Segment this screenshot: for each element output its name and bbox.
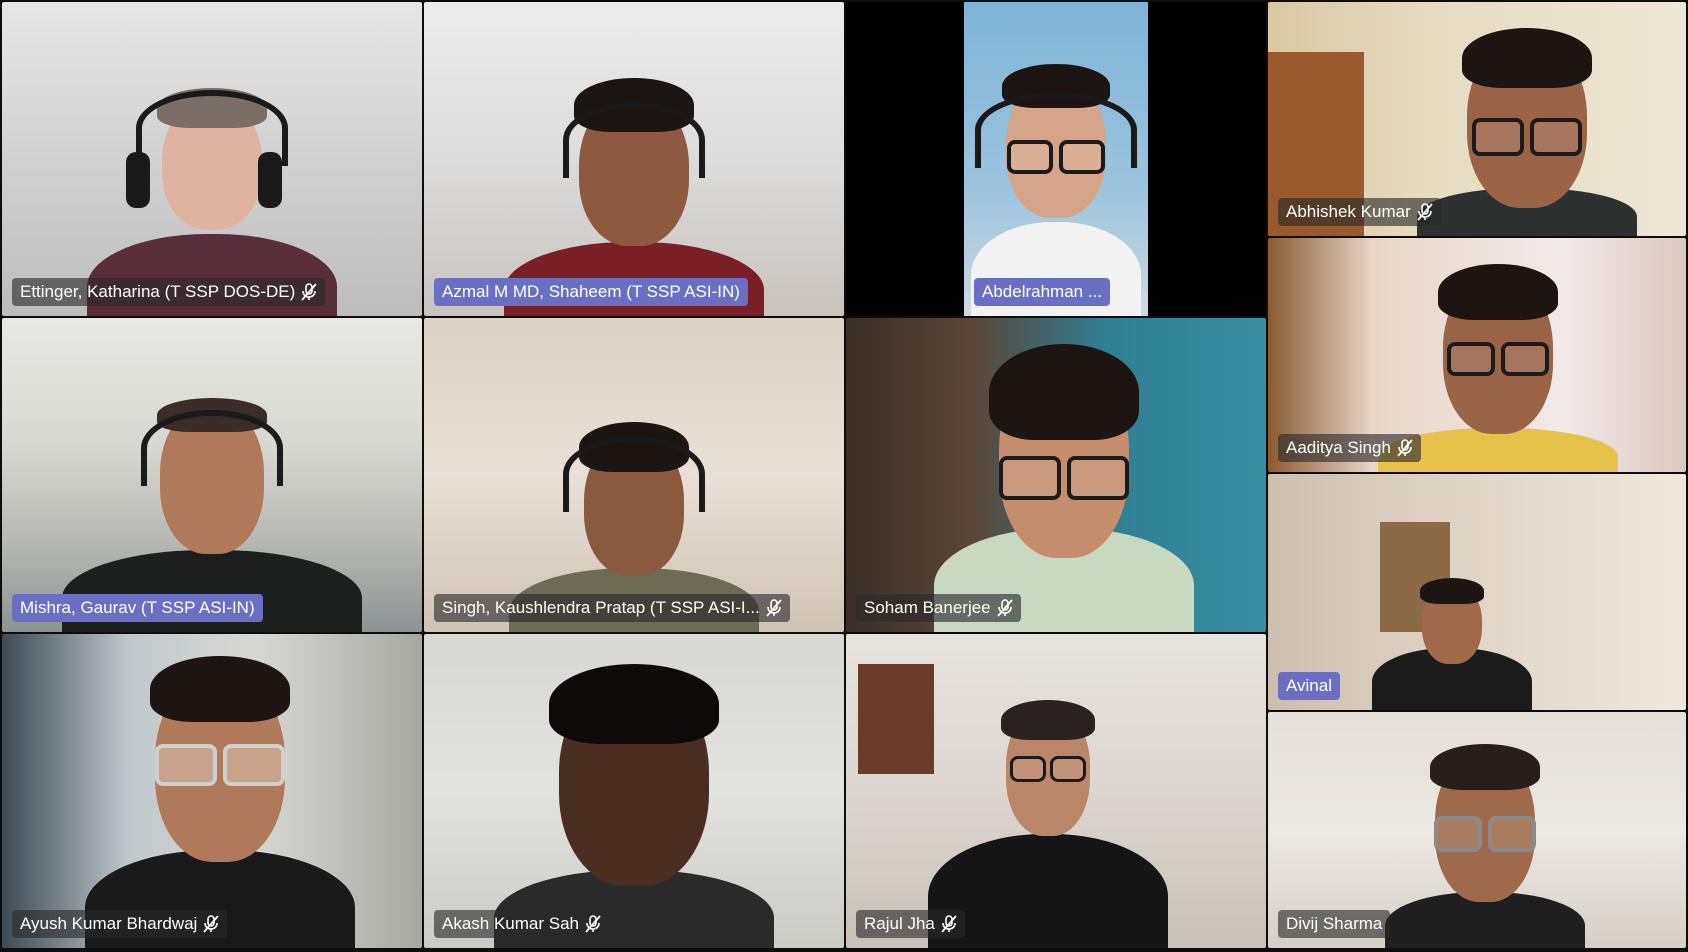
mic-off-icon <box>1397 439 1413 457</box>
participant-name: Ettinger, Katharina (T SSP DOS-DE) <box>20 282 296 301</box>
participant-name-tag: Soham Banerjee <box>856 594 1021 622</box>
video-tile-mishra[interactable]: Mishra, Gaurav (T SSP ASI-IN) <box>2 318 422 632</box>
participant-video <box>964 2 1148 316</box>
door-background <box>1380 522 1450 632</box>
participant-name: Abhishek Kumar <box>1286 202 1411 221</box>
participant-name-tag: Abhishek Kumar <box>1278 198 1441 226</box>
participant-name-tag: Azmal M MD, Shaheem (T SSP ASI-IN) <box>434 278 748 306</box>
participant-name-tag: Divij Sharma <box>1278 910 1391 938</box>
participant-name-tag: Rajul Jha <box>856 910 965 938</box>
video-tile-ayush[interactable]: Ayush Kumar Bhardwaj <box>2 634 422 948</box>
mic-off-icon <box>301 283 317 301</box>
participant-video <box>424 2 844 316</box>
participant-name: Ayush Kumar Bhardwaj <box>20 914 198 933</box>
participant-name: Divij Sharma <box>1286 914 1383 933</box>
participant-name-tag: Avinal <box>1278 672 1340 700</box>
participant-name: Azmal M MD, Shaheem (T SSP ASI-IN) <box>442 282 740 301</box>
participant-name-tag: Aaditya Singh <box>1278 434 1421 462</box>
video-tile-divij[interactable]: Divij Sharma <box>1268 712 1686 948</box>
participant-name: Aaditya Singh <box>1286 438 1391 457</box>
video-tile-abhishek[interactable]: Abhishek Kumar <box>1268 2 1686 236</box>
participant-name-tag: Ayush Kumar Bhardwaj <box>12 910 228 938</box>
participant-video <box>2 2 422 316</box>
participant-video <box>424 634 844 948</box>
video-tile-akash[interactable]: Akash Kumar Sah <box>424 634 844 948</box>
participant-name-tag: Abdelrahman ... <box>974 278 1111 306</box>
mic-off-icon <box>1417 203 1433 221</box>
participant-video <box>2 318 422 632</box>
mic-off-icon <box>203 915 220 933</box>
mic-off-icon <box>585 915 601 933</box>
participant-name: Akash Kumar Sah <box>442 914 580 933</box>
video-tile-abdelrahman[interactable]: Abdelrahman ... <box>846 2 1266 316</box>
video-tile-soham[interactable]: Soham Banerjee <box>846 318 1266 632</box>
video-tile-avinal[interactable]: Avinal <box>1268 474 1686 710</box>
participant-video <box>424 318 844 632</box>
mic-off-icon <box>996 599 1013 617</box>
video-tile-kaushlendra[interactable]: Singh, Kaushlendra Pratap (T SSP ASI-I..… <box>424 318 844 632</box>
participant-video <box>854 318 1266 632</box>
participant-name: Singh, Kaushlendra Pratap (T SSP ASI-I..… <box>442 598 760 617</box>
participant-name: Soham Banerjee <box>864 598 991 617</box>
video-tile-ettinger[interactable]: Ettinger, Katharina (T SSP DOS-DE) <box>2 2 422 316</box>
participant-name: Rajul Jha <box>864 914 935 933</box>
video-tile-aaditya[interactable]: Aaditya Singh <box>1268 238 1686 472</box>
video-tile-azmal[interactable]: Azmal M MD, Shaheem (T SSP ASI-IN) <box>424 2 844 316</box>
participant-name-tag: Akash Kumar Sah <box>434 910 610 938</box>
participant-name-tag: Singh, Kaushlendra Pratap (T SSP ASI-I..… <box>434 594 790 622</box>
participant-name: Avinal <box>1286 676 1332 695</box>
participant-video <box>10 634 422 948</box>
participant-name-tag: Ettinger, Katharina (T SSP DOS-DE) <box>12 278 326 306</box>
participant-name: Abdelrahman ... <box>982 282 1103 301</box>
cabinet-background <box>858 664 934 774</box>
video-tile-rajul[interactable]: Rajul Jha <box>846 634 1266 948</box>
mic-off-icon <box>941 915 957 933</box>
participant-name: Mishra, Gaurav (T SSP ASI-IN) <box>20 598 255 617</box>
participant-name-tag: Mishra, Gaurav (T SSP ASI-IN) <box>12 594 263 622</box>
mic-off-icon <box>766 599 782 617</box>
